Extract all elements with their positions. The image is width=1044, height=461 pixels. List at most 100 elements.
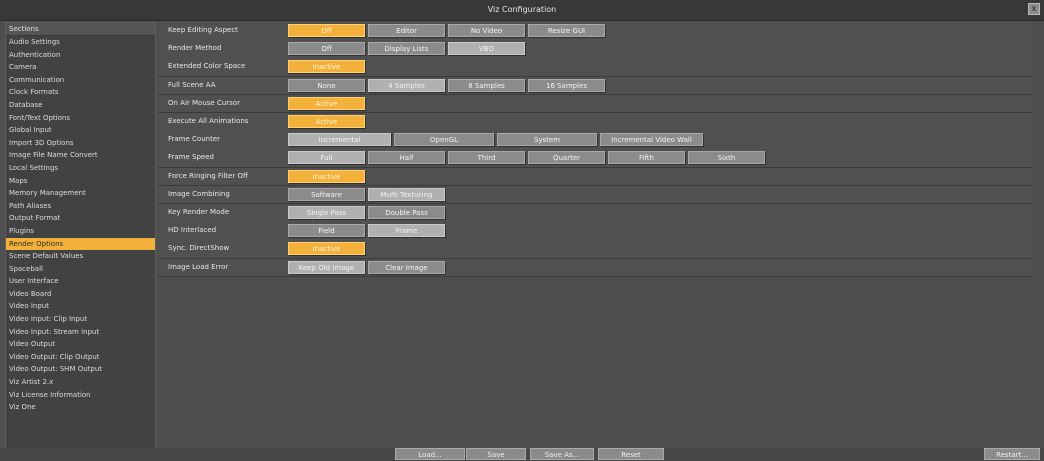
option-button-active[interactable]: Active: [288, 115, 365, 128]
option-button-vbo[interactable]: VBO: [448, 42, 525, 56]
sidebar-item-output-format[interactable]: Output Format: [6, 212, 155, 225]
option-button-fifth[interactable]: Fifth: [608, 151, 685, 165]
option-button-no-video[interactable]: No Video: [448, 24, 525, 37]
sidebar-item-video-board[interactable]: Video Board: [6, 288, 155, 301]
setting-label: Full Scene AA: [168, 80, 216, 89]
option-button-display-lists[interactable]: Display Lists: [368, 42, 445, 56]
title-bar: Viz Configuration x: [0, 0, 1044, 21]
setting-label: Image Combining: [168, 189, 230, 198]
setting-label: Sync. DirectShow: [168, 244, 230, 253]
option-button-system[interactable]: System: [497, 133, 597, 147]
sidebar-item-camera[interactable]: Camera: [6, 61, 155, 74]
sidebar-item-video-output[interactable]: Video Output: [6, 338, 155, 351]
setting-label: Frame Counter: [168, 135, 221, 144]
option-button-inactive[interactable]: Inactive: [288, 60, 365, 74]
setting-label: Execute All Animations: [168, 117, 249, 125]
option-button-frame[interactable]: Frame: [368, 224, 445, 238]
option-button-active[interactable]: Active: [288, 96, 365, 110]
option-button-inactive[interactable]: Inactive: [288, 169, 365, 183]
sidebar-item-local-settings[interactable]: Local Settings: [6, 162, 155, 175]
setting-label: Frame Speed: [168, 153, 214, 162]
setting-row-hd-interlaced: HD Interlaced Field Frame: [158, 222, 1033, 241]
sidebar-item-viz-artist-2-x[interactable]: Viz Artist 2.x: [6, 376, 155, 389]
sidebar-item-image-file-name-convert[interactable]: Image File Name Convert: [6, 149, 155, 162]
option-button-half[interactable]: Half: [368, 151, 445, 165]
save-button[interactable]: Save: [466, 448, 526, 460]
option-button-keep-old-image[interactable]: Keep Old Image: [288, 260, 365, 274]
restart-button[interactable]: Restart...: [984, 448, 1040, 460]
sidebar-item-maps[interactable]: Maps: [6, 175, 155, 188]
option-button-16-samples[interactable]: 16 Samples: [528, 78, 605, 92]
option-button-incremental[interactable]: Incremental: [288, 133, 391, 147]
option-button-sixth[interactable]: Sixth: [688, 151, 765, 165]
setting-label: Extended Color Space: [168, 62, 246, 71]
setting-row-execute-all-animations: Execute All Animations Active: [158, 113, 1033, 132]
setting-row-on-air-mouse-cursor: On Air Mouse Cursor Active: [158, 94, 1033, 114]
sidebar-item-video-input[interactable]: Video Input: [6, 300, 155, 313]
bottom-bar: Load... Save Save As... Reset Restart...: [0, 448, 1044, 461]
setting-row-frame-speed: Frame Speed Full Half Third Quarter Fifth Sixt…: [158, 149, 1033, 168]
option-button-off[interactable]: Off: [288, 42, 365, 56]
save-as-button[interactable]: Save As...: [530, 448, 594, 460]
setting-label: On Air Mouse Cursor: [168, 98, 240, 107]
option-button-8-samples[interactable]: 8 Samples: [448, 78, 525, 92]
option-button-field[interactable]: Field: [288, 224, 365, 238]
setting-label: Force Ringing Filter Off: [168, 171, 248, 180]
sidebar-item-memory-management[interactable]: Memory Management: [6, 187, 155, 200]
setting-label: Key Render Mode: [168, 208, 230, 216]
sidebar-item-communication[interactable]: Communication: [6, 74, 155, 87]
sidebar-item-database[interactable]: Database: [6, 99, 155, 112]
sidebar-item-font-text-options[interactable]: Font/Text Options: [6, 112, 155, 125]
sidebar-item-video-input-stream-input[interactable]: Video Input: Stream Input: [6, 326, 155, 339]
option-button-third[interactable]: Third: [448, 151, 525, 165]
setting-label: Render Method: [168, 44, 222, 53]
option-button-clear-image[interactable]: Clear Image: [368, 260, 445, 274]
option-button-quarter[interactable]: Quarter: [528, 151, 605, 165]
setting-label: Keep Editing Aspect: [168, 26, 238, 34]
option-button-4-samples[interactable]: 4 Samples: [368, 78, 445, 92]
option-button-off[interactable]: Off: [288, 24, 365, 37]
option-button-double-pass[interactable]: Double Pass: [368, 206, 445, 219]
setting-label: HD Interlaced: [168, 226, 217, 235]
sections-list: Audio Settings Authentication Camera Commun…: [6, 36, 155, 414]
sidebar-item-user-interface[interactable]: User Interface: [6, 275, 155, 288]
sidebar-item-viz-one[interactable]: Viz One: [6, 401, 155, 414]
sidebar-item-viz-license-information[interactable]: Viz License Information: [6, 389, 155, 402]
setting-row-force-ringing-filter-off: Force Ringing Filter Off Inactive: [158, 167, 1033, 187]
sidebar-item-import-3d-options[interactable]: Import 3D Options: [6, 137, 155, 150]
sidebar-item-video-input-clip-input[interactable]: Video Input: Clip Input: [6, 313, 155, 326]
setting-row-frame-counter: Frame Counter Incremental OpenGL System Incr…: [158, 131, 1033, 150]
option-button-multi-texturing[interactable]: Multi Texturing: [368, 187, 445, 201]
reset-button[interactable]: Reset: [598, 448, 664, 460]
close-icon[interactable]: x: [1028, 3, 1040, 15]
option-button-none[interactable]: None: [288, 78, 365, 92]
option-button-resize-gui[interactable]: Resize GUI: [528, 24, 605, 37]
sidebar-item-clock-formats[interactable]: Clock Formats: [6, 86, 155, 99]
option-button-inactive[interactable]: Inactive: [288, 242, 365, 256]
setting-label: Image Load Error: [168, 262, 229, 271]
sidebar-item-spaceball[interactable]: Spaceball: [6, 263, 155, 276]
load-button[interactable]: Load...: [395, 448, 465, 460]
option-button-single-pass[interactable]: Single Pass: [288, 206, 365, 219]
sidebar-item-authentication[interactable]: Authentication: [6, 49, 155, 62]
option-button-incremental-video-wall[interactable]: Incremental Video Wall: [600, 133, 703, 147]
option-button-editor[interactable]: Editor: [368, 24, 445, 37]
sidebar-item-global-input[interactable]: Global Input: [6, 124, 155, 137]
option-button-opengl[interactable]: OpenGL: [394, 133, 494, 147]
sidebar-item-plugins[interactable]: Plugins: [6, 225, 155, 238]
sidebar-item-scene-default-values[interactable]: Scene Default Values: [6, 250, 155, 263]
setting-row-image-load-error: Image Load Error Keep Old Image Clear Imag…: [158, 258, 1033, 278]
setting-row-image-combining: Image Combining Software Multi Texturing: [158, 185, 1033, 205]
setting-row-full-scene-aa: Full Scene AA None 4 Samples 8 Samples 16 Sa…: [158, 76, 1033, 96]
sidebar-item-path-aliases[interactable]: Path Aliases: [6, 200, 155, 213]
option-button-software[interactable]: Software: [288, 187, 365, 201]
sidebar-item-video-output-clip-output[interactable]: Video Output: Clip Output: [6, 351, 155, 364]
sidebar-item-audio-settings[interactable]: Audio Settings: [6, 36, 155, 49]
setting-row-extended-color-space: Extended Color Space Inactive: [158, 58, 1033, 77]
setting-row-sync-directshow: Sync. DirectShow Inactive: [158, 240, 1033, 259]
sidebar-item-video-output-shm-output[interactable]: Video Output: SHM Output: [6, 363, 155, 376]
setting-row-keep-editing-aspect: Keep Editing Aspect Off Editor No Video Resi…: [158, 22, 1033, 41]
option-button-full[interactable]: Full: [288, 151, 365, 165]
sidebar-item-render-options[interactable]: Render Options: [6, 237, 155, 251]
sections-header: Sections: [6, 23, 155, 36]
